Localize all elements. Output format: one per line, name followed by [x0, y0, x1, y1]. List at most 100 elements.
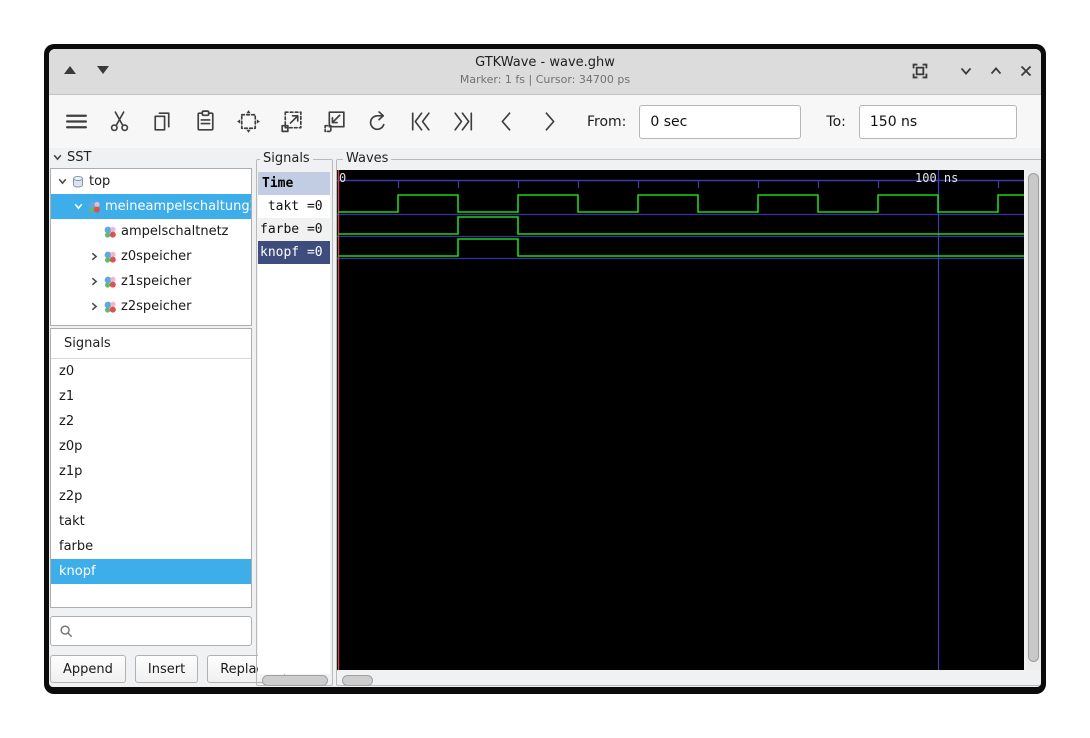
chevron-down-icon	[53, 154, 62, 161]
tree-item-label: ampelschaltnetz	[121, 224, 229, 239]
waveform-takt	[338, 194, 1024, 213]
titlebar[interactable]: GTKWave - wave.ghw Marker: 1 fs | Cursor…	[49, 49, 1041, 95]
tree-item-label: z1speicher	[121, 274, 192, 289]
insert-button[interactable]: Insert	[134, 655, 199, 683]
window-title: GTKWave - wave.ghw	[475, 55, 615, 70]
chevron-right-icon[interactable]	[89, 276, 100, 287]
next-edge-button[interactable]	[534, 107, 564, 137]
time-header[interactable]: Time	[258, 172, 330, 195]
signal-list-item-z1[interactable]: z1	[51, 384, 251, 409]
timeline-start-label: 0	[339, 171, 347, 185]
copy-button[interactable]	[147, 107, 177, 137]
sst-tree-item-meineampelschaltung20[interactable]: meineampelschaltung20	[51, 194, 251, 219]
restore-button[interactable]	[987, 62, 1005, 80]
scissors-icon	[110, 111, 128, 132]
undo-icon	[369, 111, 385, 131]
archive-icon	[73, 175, 83, 187]
maximize-icon	[912, 63, 928, 79]
chevron-up-icon	[990, 67, 1002, 75]
hamburger-menu-icon	[65, 114, 87, 129]
module-icon	[88, 201, 100, 213]
signal-action-buttons: Append Insert Replace	[50, 655, 285, 683]
signal-list-item-knopf[interactable]: knopf	[51, 559, 251, 584]
go-to-start-button[interactable]	[405, 107, 435, 137]
to-input[interactable]	[858, 104, 1017, 139]
to-label: To:	[826, 113, 846, 130]
copy-icon	[153, 112, 170, 131]
tree-item-label: z0speicher	[121, 249, 192, 264]
close-icon	[1020, 65, 1032, 77]
signal-list-header: Signals	[51, 329, 251, 359]
sst-tree-item-ampelschaltnetz[interactable]: ampelschaltnetz	[51, 219, 251, 244]
close-button[interactable]	[1017, 62, 1035, 80]
go-to-end-button[interactable]	[448, 107, 478, 137]
signal-value-rows: takt =0 farbe =0 knopf =0	[258, 195, 330, 264]
toolbar: From: To:	[49, 95, 1041, 148]
signal-list-item-z2[interactable]: z2	[51, 409, 251, 434]
signal-value-row[interactable]: takt =0	[258, 195, 330, 218]
chevron-down-icon[interactable]	[57, 176, 68, 187]
signal-list: z0 z1 z2 z0p z1p z2p takt farbe knopf	[51, 359, 251, 584]
module-icon	[104, 301, 116, 313]
cut-button[interactable]	[104, 107, 134, 137]
window-content: GTKWave - wave.ghw Marker: 1 fs | Cursor…	[49, 49, 1041, 687]
paste-button[interactable]	[190, 107, 220, 137]
search-icon	[60, 624, 73, 637]
sst-tree-item-z2speicher[interactable]: z2speicher	[51, 294, 251, 319]
append-button[interactable]: Append	[50, 655, 126, 683]
signal-search-box[interactable]	[50, 616, 252, 646]
signal-value-table: Time takt =0 farbe =0 knopf =0	[258, 172, 330, 264]
signal-list-item-z1p[interactable]: z1p	[51, 459, 251, 484]
waves-frame-label: Waves	[343, 151, 392, 166]
signal-value-row[interactable]: knopf =0	[258, 241, 330, 264]
zoom-in-button[interactable]	[276, 107, 306, 137]
zoom-out-button[interactable]	[319, 107, 349, 137]
maximize-button[interactable]	[911, 62, 929, 80]
chevron-right-icon[interactable]	[89, 301, 100, 312]
tree-item-label: meineampelschaltung20	[105, 199, 252, 214]
zoom-fit-button[interactable]	[233, 107, 263, 137]
signal-list-item-takt[interactable]: takt	[51, 509, 251, 534]
skip-to-end-icon	[453, 112, 472, 131]
sst-tree-item-z1speicher[interactable]: z1speicher	[51, 269, 251, 294]
sst-expander[interactable]: SST	[52, 150, 91, 165]
chevron-right-icon	[545, 112, 554, 131]
reload-button[interactable]	[1036, 107, 1041, 137]
menu-button[interactable]	[61, 107, 91, 137]
minimize-button[interactable]	[957, 62, 975, 80]
sst-tree-item-z0speicher[interactable]: z0speicher	[51, 244, 251, 269]
skip-to-start-icon	[411, 112, 430, 131]
chevron-left-icon	[501, 112, 510, 131]
prev-edge-button[interactable]	[491, 107, 521, 137]
waves-vscrollbar-thumb[interactable]	[1028, 173, 1039, 662]
module-icon	[104, 226, 116, 238]
chevron-right-icon[interactable]	[89, 251, 100, 262]
signal-list-item-z2p[interactable]: z2p	[51, 484, 251, 509]
signal-list-item-farbe[interactable]: farbe	[51, 534, 251, 559]
sst-tree-item-top[interactable]: top	[51, 169, 251, 194]
waveform-svg	[337, 170, 1024, 670]
signals-frame-body	[258, 264, 330, 674]
zoom-in-icon	[280, 111, 302, 133]
chevron-down-icon	[960, 67, 972, 75]
signals-frame-label: Signals	[260, 151, 313, 166]
zoom-fit-icon	[236, 110, 260, 133]
reload-icon	[1037, 108, 1041, 135]
tree-item-label: z2speicher	[121, 299, 192, 314]
chevron-down-icon[interactable]	[73, 201, 84, 212]
sst-tree: top meineampelschaltung20 ampelschaltnetz z…	[50, 168, 252, 326]
waveform-farbe	[338, 216, 1024, 235]
wave-canvas[interactable]	[337, 170, 1024, 670]
signal-value-row[interactable]: farbe =0	[258, 218, 330, 241]
module-icon	[104, 276, 116, 288]
waves-hscrollbar-thumb[interactable]	[342, 675, 373, 686]
signal-list-item-z0[interactable]: z0	[51, 359, 251, 384]
marker-cursor-status: Marker: 1 fs | Cursor: 34700 ps	[459, 73, 631, 86]
signal-list-item-z0p[interactable]: z0p	[51, 434, 251, 459]
from-input[interactable]	[639, 104, 802, 139]
signals-hscrollbar-thumb[interactable]	[262, 675, 328, 686]
undo-button[interactable]	[362, 107, 392, 137]
from-label: From:	[587, 113, 627, 130]
zoom-out-icon	[323, 111, 345, 133]
